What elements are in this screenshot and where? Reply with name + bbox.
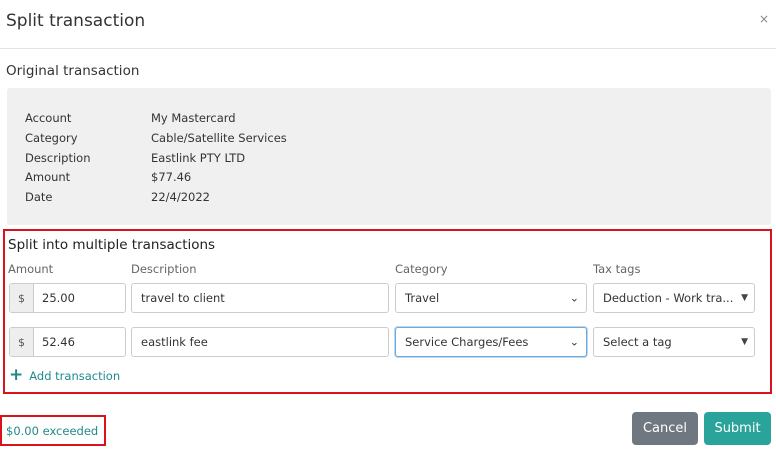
category-value: Service Charges/Fees <box>405 335 529 349</box>
dialog-title: Split transaction <box>6 11 146 31</box>
original-section-title: Original transaction <box>6 63 140 79</box>
detail-amount: Amount $77.46 <box>25 170 191 184</box>
category-select[interactable]: Service Charges/Fees ⌄ <box>395 327 587 357</box>
dropdown-arrow-icon: ▼ <box>741 337 748 347</box>
split-section-title: Split into multiple transactions <box>8 237 216 253</box>
plus-icon: + <box>9 365 24 385</box>
amount-header: Amount <box>8 262 54 276</box>
add-transaction-button[interactable]: + Add transaction <box>9 367 120 384</box>
split-section: Split into multiple transactions Amount … <box>3 229 772 394</box>
exceeded-text: $0.00 exceeded <box>6 424 99 438</box>
exceeded-indicator: $0.00 exceeded <box>0 415 106 446</box>
tax-tags-header: Tax tags <box>593 262 641 276</box>
detail-value: My Mastercard <box>151 111 236 125</box>
dropdown-arrow-icon: ▼ <box>741 293 748 303</box>
cancel-button[interactable]: Cancel <box>632 412 698 445</box>
tax-tag-value: Deduction - Work tra... <box>603 291 734 305</box>
detail-value: Cable/Satellite Services <box>151 131 287 145</box>
amount-field[interactable]: $ 25.00 <box>9 283 126 313</box>
detail-label: Category <box>25 131 78 145</box>
detail-value: Eastlink PTY LTD <box>151 151 246 165</box>
detail-label: Account <box>25 111 72 125</box>
detail-label: Amount <box>25 170 71 184</box>
category-header: Category <box>395 262 448 276</box>
description-input[interactable]: eastlink fee <box>131 327 389 357</box>
amount-field[interactable]: $ 52.46 <box>9 327 126 357</box>
detail-description: Description Eastlink PTY LTD <box>25 151 245 165</box>
submit-button[interactable]: Submit <box>704 412 771 445</box>
description-header: Description <box>131 262 197 276</box>
split-row: $ 52.46 eastlink fee Service Charges/Fee… <box>5 327 770 357</box>
description-value: travel to client <box>141 291 225 305</box>
detail-date: Date 22/4/2022 <box>25 190 210 204</box>
add-transaction-label: Add transaction <box>29 368 121 383</box>
detail-account: Account My Mastercard <box>25 111 236 125</box>
tax-tag-select[interactable]: Select a tag ▼ <box>593 327 755 357</box>
header-divider <box>0 48 776 49</box>
chevron-down-icon: ⌄ <box>569 291 579 305</box>
description-value: eastlink fee <box>141 335 208 349</box>
detail-label: Date <box>25 190 53 204</box>
category-select[interactable]: Travel ⌄ <box>395 283 587 313</box>
category-value: Travel <box>405 291 440 305</box>
currency-symbol: $ <box>10 328 34 356</box>
split-row: $ 25.00 travel to client Travel ⌄ Deduct… <box>5 283 770 313</box>
close-icon[interactable]: × <box>759 12 769 26</box>
chevron-down-icon: ⌄ <box>569 335 579 349</box>
tax-tag-select[interactable]: Deduction - Work tra... ▼ <box>593 283 755 313</box>
amount-value[interactable]: 52.46 <box>34 328 125 356</box>
original-transaction-panel: Account My Mastercard Category Cable/Satel… <box>7 88 771 225</box>
amount-value[interactable]: 25.00 <box>34 284 125 312</box>
detail-value: 22/4/2022 <box>151 190 210 204</box>
description-input[interactable]: travel to client <box>131 283 389 313</box>
currency-symbol: $ <box>10 284 34 312</box>
tax-tag-value: Select a tag <box>603 335 672 349</box>
detail-label: Description <box>25 151 91 165</box>
detail-category: Category Cable/Satellite Services <box>25 131 287 145</box>
detail-value: $77.46 <box>151 170 192 184</box>
